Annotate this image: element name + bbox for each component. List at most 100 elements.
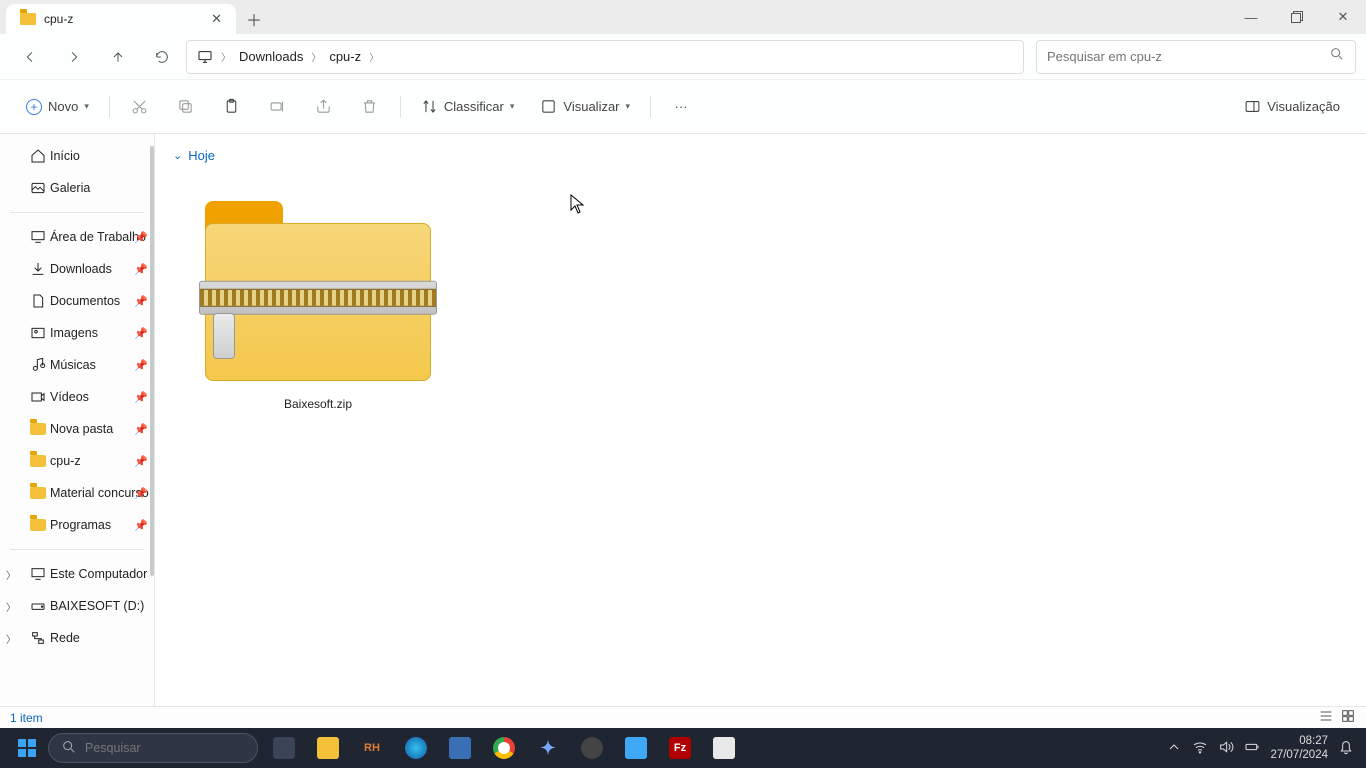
taskbar-app-copilot[interactable]: ✦ [528,732,568,764]
taskbar-search[interactable] [48,733,258,763]
sidebar-item-material[interactable]: Material concurso 📌 [0,477,154,509]
close-button[interactable]: ✕ [1320,0,1366,34]
divider [650,96,651,118]
desktop-icon [30,229,46,245]
chevron-right-icon[interactable]: 〉 [6,631,16,646]
maximize-button[interactable] [1274,0,1320,34]
tab-close-icon[interactable]: ✕ [211,11,222,27]
sidebar-item-desktop[interactable]: Área de Trabalho 📌 [0,221,154,253]
tray-overflow-icon[interactable] [1166,739,1182,758]
sidebar-item-network[interactable]: 〉 Rede [0,622,154,654]
sidebar-item-home[interactable]: Início [0,140,154,172]
chevron-right-icon[interactable]: 〉 [6,599,16,614]
preview-icon [1244,98,1261,115]
sidebar-item-programas[interactable]: Programas 📌 [0,509,154,541]
minimize-button[interactable]: — [1228,0,1274,34]
sidebar-item-label: Nova pasta [50,422,113,436]
window-tab[interactable]: cpu-z ✕ [6,4,236,34]
paste-button[interactable] [212,91,252,123]
taskbar-app-edge[interactable] [396,732,436,764]
view-button[interactable]: Visualizar ▾ [530,91,640,123]
clock-date: 27/07/2024 [1270,748,1328,762]
search-input[interactable] [1047,49,1329,64]
breadcrumb-downloads[interactable]: Downloads [239,49,303,64]
zip-folder-icon [205,201,431,381]
wifi-icon[interactable] [1192,739,1208,758]
taskbar-app-explorer[interactable] [308,732,348,764]
start-button[interactable] [6,732,48,764]
taskbar-app-taskview[interactable] [264,732,304,764]
taskbar-clock[interactable]: 08:27 27/07/2024 [1270,734,1328,763]
search-box[interactable] [1036,40,1356,74]
sort-icon [421,98,438,115]
taskbar-app-chrome[interactable] [484,732,524,764]
delete-button[interactable] [350,91,390,123]
sidebar-item-downloads[interactable]: Downloads 📌 [0,253,154,285]
large-icons-view-icon[interactable] [1340,708,1356,727]
new-button[interactable]: + Novo ▾ [16,91,99,123]
nav-row: 〉 Downloads 〉 cpu-z 〉 [0,34,1366,80]
taskbar-apps: RH ✦ Fz [264,732,744,764]
preview-label: Visualização [1267,99,1340,114]
sidebar-item-label: Músicas [50,358,96,372]
titlebar: cpu-z ✕ ＋ — ✕ [0,0,1366,34]
sidebar-item-drive-d[interactable]: 〉 BAIXESOFT (D:) [0,590,154,622]
chevron-down-icon: ▾ [84,101,89,112]
music-icon [30,357,46,373]
forward-button[interactable] [54,41,94,73]
sidebar-item-videos[interactable]: Vídeos 📌 [0,381,154,413]
sidebar-item-documents[interactable]: Documentos 📌 [0,285,154,317]
more-button[interactable]: ··· [661,91,701,123]
sidebar-item-label: BAIXESOFT (D:) [50,599,144,613]
refresh-button[interactable] [142,41,182,73]
sidebar-item-label: Programas [50,518,111,532]
sidebar-item-nova-pasta[interactable]: Nova pasta 📌 [0,413,154,445]
sidebar-item-music[interactable]: Músicas 📌 [0,349,154,381]
folder-icon [20,13,36,25]
taskbar-app-rh[interactable]: RH [352,732,392,764]
taskbar-app-generic2[interactable] [572,732,612,764]
pin-icon: 📌 [134,423,148,436]
pin-icon: 📌 [134,295,148,308]
sidebar-item-label: cpu-z [50,454,81,468]
rename-button[interactable] [258,91,298,123]
group-header-today[interactable]: ⌄ Hoje [173,148,1348,163]
breadcrumb-cpu-z[interactable]: cpu-z [329,49,361,64]
taskbar-app-generic1[interactable] [440,732,480,764]
sidebar-item-cpu-z[interactable]: cpu-z 📌 [0,445,154,477]
pin-icon: 📌 [134,231,148,244]
new-tab-button[interactable]: ＋ [236,4,272,34]
cut-button[interactable] [120,91,160,123]
taskbar-app-generic3[interactable] [704,732,744,764]
sort-label: Classificar [444,99,504,114]
sidebar-item-gallery[interactable]: Galeria [0,172,154,204]
taskbar-search-input[interactable] [85,741,246,755]
pin-icon: 📌 [134,263,148,276]
file-item-zip[interactable]: Baixesoft.zip [173,181,463,411]
address-bar[interactable]: 〉 Downloads 〉 cpu-z 〉 [186,40,1024,74]
network-icon [30,630,46,646]
chevron-right-icon: 〉 [311,49,321,64]
divider [10,549,144,550]
chevron-down-icon: ⌄ [173,149,182,162]
window-controls: — ✕ [1228,0,1366,34]
details-view-icon[interactable] [1318,708,1334,727]
taskbar: RH ✦ Fz 08:27 27/07/2024 [0,728,1366,768]
content-area[interactable]: ⌄ Hoje Baixesoft.zip [155,134,1366,706]
sidebar-scrollbar[interactable] [148,134,154,706]
back-button[interactable] [10,41,50,73]
sort-button[interactable]: Classificar ▾ [411,91,525,123]
sidebar-item-label: Área de Trabalho [50,230,146,244]
search-icon [1329,46,1345,67]
taskbar-app-filezilla[interactable]: Fz [660,732,700,764]
chevron-right-icon[interactable]: 〉 [6,567,16,582]
volume-icon[interactable] [1218,739,1234,758]
copy-button[interactable] [166,91,206,123]
sidebar-item-images[interactable]: Imagens 📌 [0,317,154,349]
preview-pane-button[interactable]: Visualização [1234,91,1350,123]
notifications-icon[interactable] [1338,739,1354,758]
share-button[interactable] [304,91,344,123]
sidebar-item-this-pc[interactable]: 〉 Este Computador [0,558,154,590]
up-button[interactable] [98,41,138,73]
battery-icon[interactable] [1244,739,1260,758]
